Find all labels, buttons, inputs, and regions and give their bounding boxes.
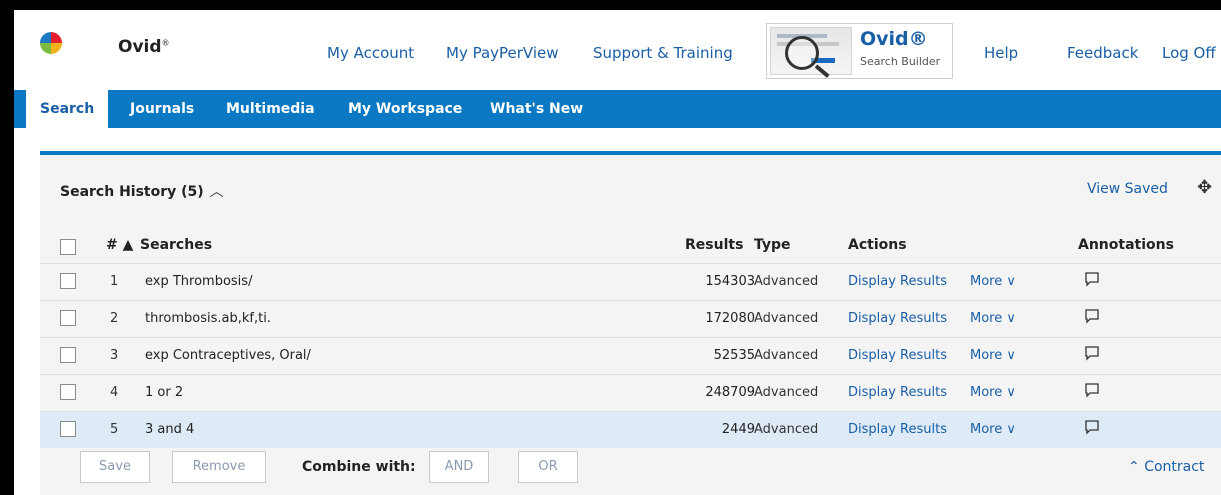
my-payperview-link[interactable]: My PayPerView (446, 44, 559, 62)
move-icon[interactable]: ✥ (1197, 177, 1212, 198)
more-dropdown[interactable]: More ∨ (970, 422, 1016, 437)
search-query: thrombosis.ab,kf,ti. (145, 311, 271, 326)
table-header: # ▲ Searches Results Type Actions Annota… (40, 231, 1221, 261)
magnifier-icon (785, 36, 819, 70)
search-history-table: 1 exp Thrombosis/ 154303 Advanced Displa… (40, 263, 1221, 448)
search-type: Advanced (754, 274, 819, 289)
ovid-brand[interactable]: Ovid® (118, 37, 170, 57)
row-number: 1 (110, 274, 119, 289)
row-checkbox[interactable] (60, 273, 76, 289)
search-history-panel: Search History (5) ︿ View Saved ✥ # ▲ Sea… (40, 151, 1221, 495)
results-count: 52535 (713, 348, 755, 363)
results-count: 172080 (705, 311, 755, 326)
search-query: exp Contraceptives, Oral/ (145, 348, 311, 363)
display-results-link[interactable]: Display Results (848, 422, 947, 437)
table-row: 3 exp Contraceptives, Oral/ 52535 Advanc… (40, 337, 1221, 374)
chevron-up-icon[interactable]: ︿ (210, 184, 224, 200)
my-account-link[interactable]: My Account (327, 44, 414, 62)
combine-and-button[interactable]: AND (429, 451, 489, 483)
row-number: 5 (110, 422, 119, 437)
table-row: 4 1 or 2 248709 Advanced Display Results… (40, 374, 1221, 411)
top-header: Ovid® My Account My PayPerView Support &… (14, 10, 1221, 90)
table-row-selected: 5 3 and 4 2449 Advanced Display Results … (40, 411, 1221, 448)
search-query: 3 and 4 (145, 422, 195, 437)
row-number: 2 (110, 311, 119, 326)
row-number: 4 (110, 385, 119, 400)
search-type: Advanced (754, 311, 819, 326)
display-results-link[interactable]: Display Results (848, 348, 947, 363)
row-checkbox[interactable] (60, 421, 76, 437)
contract-button[interactable]: ⌃ Contract (1128, 459, 1204, 475)
tab-whats-new[interactable]: What's New (490, 90, 583, 128)
results-count: 248709 (705, 385, 755, 400)
searches-header: Searches (140, 237, 213, 253)
search-query: exp Thrombosis/ (145, 274, 253, 289)
table-row: 1 exp Thrombosis/ 154303 Advanced Displa… (40, 263, 1221, 300)
double-chevron-up-icon: ⌃ (1128, 459, 1140, 475)
results-count: 154303 (705, 274, 755, 289)
feedback-link[interactable]: Feedback (1067, 44, 1138, 62)
display-results-link[interactable]: Display Results (848, 274, 947, 289)
combine-or-button[interactable]: OR (518, 451, 578, 483)
row-checkbox[interactable] (60, 310, 76, 326)
log-off-link[interactable]: Log Off (1162, 44, 1216, 62)
annotation-icon[interactable] (1084, 271, 1100, 291)
view-saved-link[interactable]: View Saved (1087, 181, 1168, 197)
search-query: 1 or 2 (145, 385, 184, 400)
tab-my-workspace[interactable]: My Workspace (348, 90, 462, 128)
results-count: 2449 (721, 422, 755, 437)
table-row: 2 thrombosis.ab,kf,ti. 172080 Advanced D… (40, 300, 1221, 337)
row-checkbox[interactable] (60, 384, 76, 400)
select-all-checkbox[interactable] (60, 239, 76, 255)
search-type: Advanced (754, 422, 819, 437)
more-dropdown[interactable]: More ∨ (970, 274, 1016, 289)
annotation-icon[interactable] (1084, 382, 1100, 402)
row-number: 3 (110, 348, 119, 363)
search-type: Advanced (754, 348, 819, 363)
annotation-icon[interactable] (1084, 419, 1100, 439)
more-dropdown[interactable]: More ∨ (970, 348, 1016, 363)
search-type: Advanced (754, 385, 819, 400)
search-history-title[interactable]: Search History (5) ︿ (60, 181, 224, 201)
results-header: Results (685, 237, 744, 253)
search-builder-title: Ovid® (860, 28, 928, 50)
type-header: Type (754, 237, 791, 253)
annotations-header: Annotations (1078, 237, 1174, 253)
search-builder-banner[interactable]: Ovid® Search Builder (766, 23, 953, 79)
annotation-icon[interactable] (1084, 345, 1100, 365)
main-tabs: Search Journals Multimedia My Workspace … (14, 90, 1221, 128)
more-dropdown[interactable]: More ∨ (970, 311, 1016, 326)
search-builder-subtitle: Search Builder (860, 55, 941, 68)
display-results-link[interactable]: Display Results (848, 311, 947, 326)
save-button[interactable]: Save (80, 451, 150, 483)
tab-journals[interactable]: Journals (130, 90, 194, 128)
app-frame: Ovid® My Account My PayPerView Support &… (14, 10, 1221, 495)
actions-header: Actions (848, 237, 907, 253)
support-training-link[interactable]: Support & Training (593, 44, 733, 62)
history-actions-bar: Save Remove Combine with: AND OR ⌃ Contr… (40, 445, 1221, 487)
tab-search[interactable]: Search (26, 90, 109, 128)
sort-number-header[interactable]: # ▲ (106, 237, 133, 253)
row-checkbox[interactable] (60, 347, 76, 363)
display-results-link[interactable]: Display Results (848, 385, 947, 400)
wolters-kluwer-logo-icon[interactable] (40, 32, 62, 54)
annotation-icon[interactable] (1084, 308, 1100, 328)
tab-multimedia[interactable]: Multimedia (226, 90, 315, 128)
more-dropdown[interactable]: More ∨ (970, 385, 1016, 400)
combine-with-label: Combine with: (302, 459, 416, 475)
remove-button[interactable]: Remove (172, 451, 266, 483)
help-link[interactable]: Help (984, 44, 1018, 62)
